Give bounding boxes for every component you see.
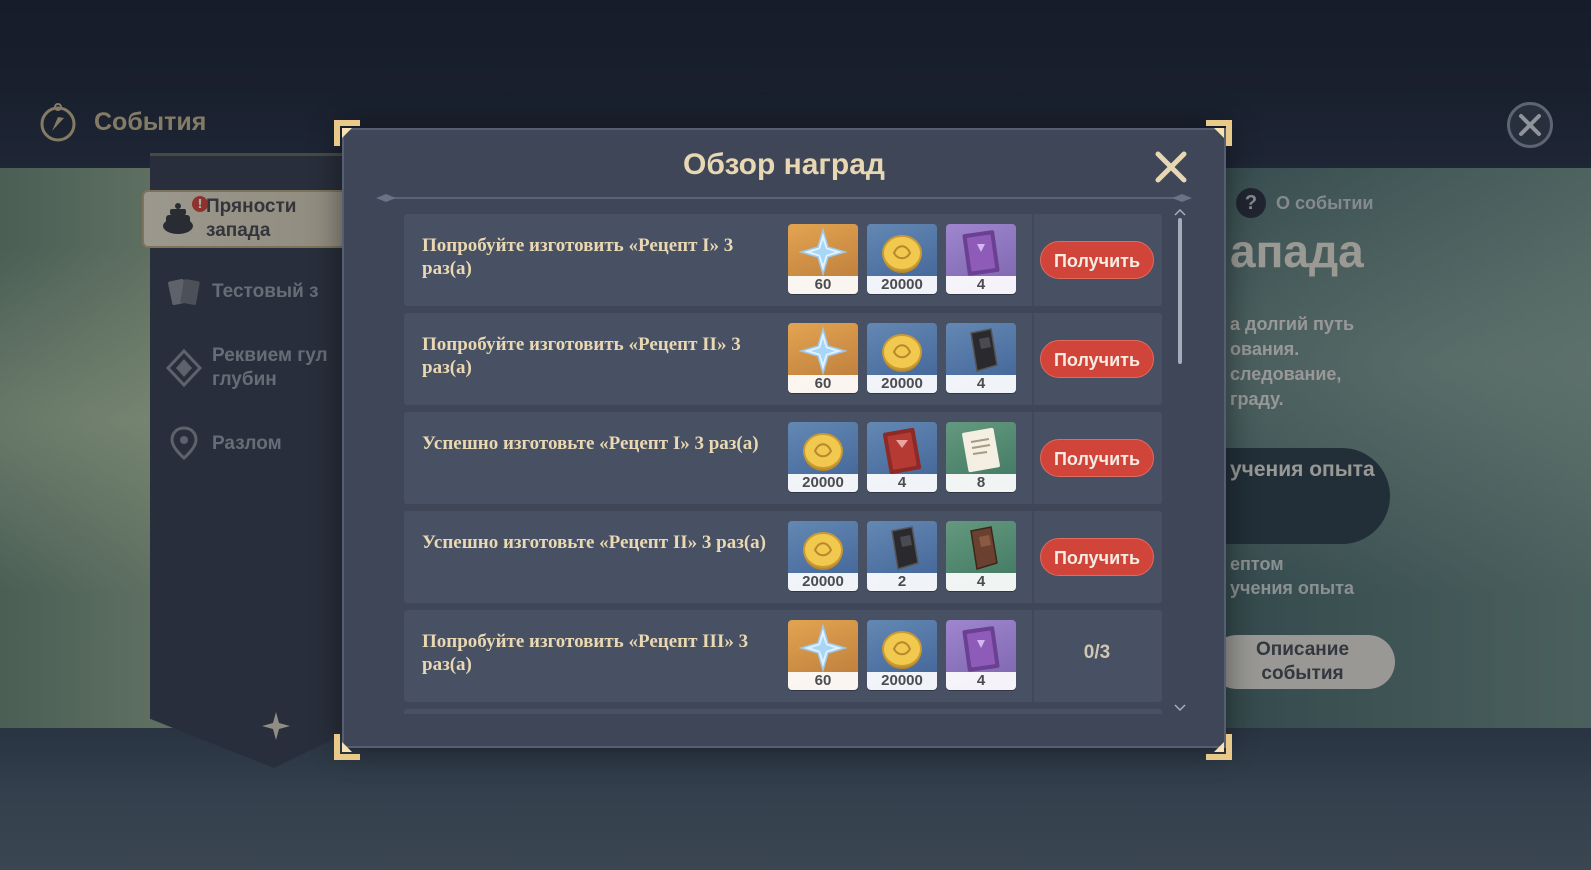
- reward-items: 20000 2 4: [788, 521, 1016, 591]
- reward-count: 4: [867, 474, 937, 492]
- purple-book-icon: [962, 230, 1000, 276]
- close-dialog-icon[interactable]: [1154, 150, 1188, 184]
- reward-count: 2: [867, 573, 937, 591]
- reward-item[interactable]: 8: [946, 422, 1016, 492]
- task-progress: 0/3: [1083, 642, 1111, 663]
- task-description: Попробуйте изготовить «Рецепт III» 3 раз…: [422, 631, 749, 675]
- task-description: Успешно изготовьте «Рецепт II» 3 раз(а): [422, 532, 766, 553]
- reward-item[interactable]: 20000: [788, 422, 858, 492]
- reward-count: 60: [788, 276, 858, 294]
- claim-button[interactable]: Получить: [1040, 538, 1154, 576]
- reward-row: Попробуйте изготовить «Рецепт II» 3 раз(…: [404, 313, 1162, 405]
- dialog-title: Обзор наград: [683, 148, 885, 181]
- row-divider: [1032, 313, 1034, 405]
- reward-count: 4: [946, 375, 1016, 393]
- reward-row: Успешно изготовьте «Рецепт I» 3 раз(а) 2…: [404, 412, 1162, 504]
- reward-count: 20000: [867, 672, 937, 690]
- reward-count: 20000: [867, 276, 937, 294]
- scroll-note-icon: [962, 427, 1000, 473]
- reward-count: 8: [946, 474, 1016, 492]
- reward-count: 60: [788, 375, 858, 393]
- claim-button[interactable]: Получить: [1040, 340, 1154, 378]
- corner-ornament-icon: [334, 120, 360, 146]
- mora-coin-icon: [803, 433, 843, 471]
- reward-item[interactable]: 60: [788, 323, 858, 393]
- reward-item[interactable]: 20000: [788, 521, 858, 591]
- scroll-down-icon[interactable]: [1174, 704, 1186, 712]
- red-book-icon: [882, 427, 922, 475]
- row-divider: [1032, 511, 1034, 603]
- task-description: Попробуйте изготовить «Рецепт II» 3 раз(…: [422, 334, 741, 378]
- reward-count: 20000: [788, 573, 858, 591]
- claim-button[interactable]: Получить: [1040, 241, 1154, 279]
- reward-item[interactable]: 60: [788, 620, 858, 690]
- primogem-icon: [798, 326, 848, 376]
- row-divider: [1032, 412, 1034, 504]
- mora-coin-icon: [882, 334, 922, 372]
- primogem-icon: [798, 227, 848, 277]
- reward-item[interactable]: 2: [867, 521, 937, 591]
- reward-count: 4: [946, 672, 1016, 690]
- reward-count: 20000: [867, 375, 937, 393]
- reward-item[interactable]: 20000: [867, 323, 937, 393]
- reward-items: 20000 4 8: [788, 422, 1016, 492]
- reward-item[interactable]: 20000: [867, 224, 937, 294]
- mora-coin-icon: [882, 631, 922, 669]
- task-description: Попробуйте изготовить «Рецепт I» 3 раз(а…: [422, 235, 734, 279]
- rewards-overview-dialog: Обзор наград Попробуйте изготовить «Реце…: [342, 128, 1226, 748]
- reward-items: 60 20000 4: [788, 323, 1016, 393]
- reward-count: 20000: [788, 474, 858, 492]
- corner-ornament-icon: [334, 734, 360, 760]
- reward-items: 60 20000 4: [788, 224, 1016, 294]
- row-divider: [1032, 214, 1034, 306]
- rewards-list: Попробуйте изготовить «Рецепт I» 3 раз(а…: [404, 214, 1164, 714]
- reward-item[interactable]: 4: [867, 422, 937, 492]
- dark-ore-icon: [970, 328, 998, 372]
- mora-coin-icon: [803, 532, 843, 570]
- reward-item[interactable]: 4: [946, 224, 1016, 294]
- title-divider: [376, 194, 1192, 202]
- reward-item[interactable]: 4: [946, 521, 1016, 591]
- purple-book-icon: [962, 626, 1000, 672]
- row-divider: [1032, 610, 1034, 702]
- corner-ornament-icon: [1206, 120, 1232, 146]
- corner-ornament-icon: [1206, 734, 1232, 760]
- reward-item[interactable]: 4: [946, 323, 1016, 393]
- reward-row: Успешно изготовьте «Рецепт II» 3 раз(а) …: [404, 511, 1162, 603]
- reward-item[interactable]: 20000: [867, 620, 937, 690]
- claim-button[interactable]: Получить: [1040, 439, 1154, 477]
- reward-count: 4: [946, 276, 1016, 294]
- reward-item[interactable]: 4: [946, 620, 1016, 690]
- reward-row: Попробуйте изготовить «Рецепт I» 3 раз(а…: [404, 214, 1162, 306]
- scrollbar-thumb[interactable]: [1178, 218, 1182, 364]
- task-description: Успешно изготовьте «Рецепт I» 3 раз(а): [422, 433, 759, 454]
- reward-count: 4: [946, 573, 1016, 591]
- reward-row: Попробуйте изготовить «Рецепт III» 3 раз…: [404, 610, 1162, 702]
- reward-items: 60 20000 4: [788, 620, 1016, 690]
- brown-ore-icon: [970, 526, 998, 570]
- mora-coin-icon: [882, 235, 922, 273]
- reward-item[interactable]: 60: [788, 224, 858, 294]
- dark-ore-icon: [891, 526, 919, 570]
- primogem-icon: [798, 623, 848, 673]
- scroll-up-icon[interactable]: [1174, 208, 1186, 216]
- reward-count: 60: [788, 672, 858, 690]
- reward-row-partial: [404, 709, 1162, 714]
